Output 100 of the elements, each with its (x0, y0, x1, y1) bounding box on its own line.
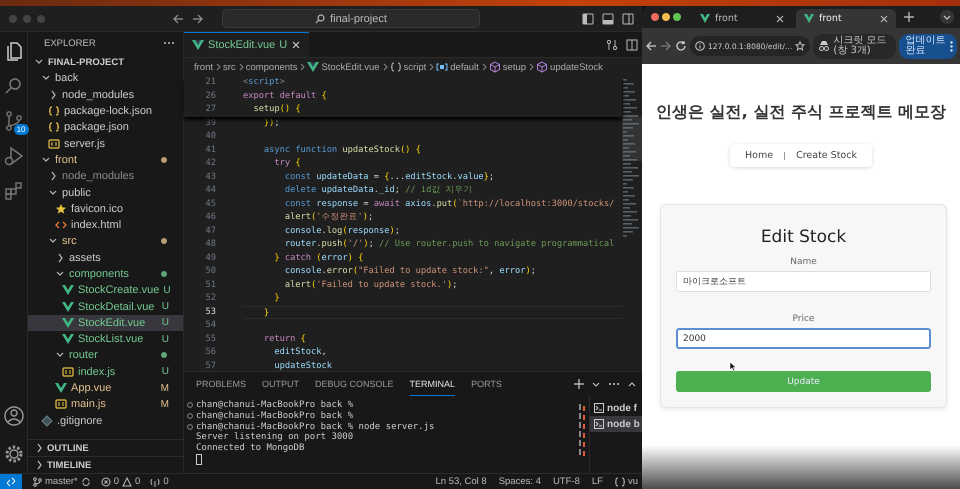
tree-row[interactable]: App.vue M (28, 380, 183, 396)
panel-tab[interactable]: PORTS (471, 372, 502, 396)
plus-icon[interactable] (574, 379, 584, 389)
tree-row[interactable]: StockList.vue U (28, 331, 183, 348)
tree-row[interactable]: node_modules (28, 168, 183, 184)
status-item[interactable]: Spaces: 4 (498, 476, 541, 487)
panel-tab[interactable]: OUTPUT (262, 372, 300, 396)
tree-row[interactable]: index.html (28, 216, 183, 234)
breadcrumb[interactable]: components (246, 62, 298, 72)
tree-row[interactable]: router (28, 347, 183, 364)
close-icon[interactable] (291, 40, 302, 50)
breadcrumb[interactable]: setup (488, 61, 526, 73)
browser-tab[interactable]: front (692, 9, 792, 28)
incognito-button[interactable]: 시크릿 모드(창 3개) (813, 34, 896, 58)
tree-row[interactable]: assets (28, 250, 183, 266)
breadcrumb[interactable]: default (436, 61, 479, 73)
branch-status[interactable]: master* (32, 476, 91, 487)
ports-status[interactable]: 0 (150, 476, 169, 487)
tree-row[interactable]: StockDetail.vue U (28, 298, 183, 315)
more-icon[interactable] (608, 382, 620, 386)
chevron-up-icon[interactable] (628, 380, 636, 388)
status-item[interactable]: Ln 53, Col 8 (435, 476, 487, 487)
remote-button[interactable] (0, 474, 22, 489)
tree-row[interactable]: favicon.ico (28, 200, 183, 217)
folder-name: components (69, 268, 130, 280)
tree-row[interactable]: src (28, 233, 183, 250)
reload-icon[interactable] (675, 40, 687, 52)
run-debug-icon[interactable] (2, 145, 24, 167)
folder-name: front (55, 154, 78, 166)
command-center-search[interactable]: final-project (222, 9, 480, 28)
chevron-icon (527, 62, 536, 72)
breadcrumb[interactable]: StockEdit.vue (307, 61, 380, 73)
breadcrumb[interactable]: script (390, 61, 426, 73)
terminal-icon (594, 419, 604, 429)
sidebar-toggle-icon[interactable] (582, 12, 594, 24)
split-editor-icon[interactable] (626, 38, 638, 50)
status-item[interactable]: LF (592, 476, 603, 487)
more-icon[interactable] (163, 41, 175, 45)
tree-row[interactable]: components (28, 266, 183, 282)
file-name: StockList.vue (78, 333, 144, 346)
account-icon[interactable] (2, 405, 24, 427)
vue-icon (804, 14, 814, 24)
editor-tab[interactable]: StockEdit.vue U (184, 32, 310, 57)
language-status[interactable]: vu (614, 476, 638, 487)
browser-tab[interactable]: front (796, 9, 896, 28)
cube-icon (488, 61, 501, 73)
breadcrumb[interactable]: src (223, 62, 236, 72)
terminal-session[interactable]: node b (590, 416, 642, 432)
chevron-down-icon[interactable] (592, 380, 600, 388)
close-icon[interactable] (776, 14, 784, 22)
tree-row[interactable]: back (28, 70, 183, 87)
breadcrumb[interactable]: front (194, 62, 214, 72)
tree-row[interactable]: FINAL-PROJECT (28, 54, 183, 70)
layout-icon[interactable] (622, 12, 634, 24)
chevron-down-icon[interactable] (940, 10, 954, 24)
plus-icon[interactable] (904, 12, 914, 22)
extensions-icon[interactable] (2, 180, 24, 202)
line-number: 55 (204, 332, 216, 346)
tree-row[interactable]: server.js (28, 135, 183, 152)
close-icon[interactable] (880, 14, 888, 22)
section-header[interactable]: OUTLINE (28, 439, 183, 456)
tree-row[interactable]: .gitignore (28, 412, 183, 429)
line-number: 49 (204, 252, 216, 264)
nav-link[interactable]: Create Stock (796, 150, 857, 161)
js-file-icon (62, 366, 74, 378)
back-arrow-icon[interactable] (645, 40, 657, 52)
problems-status[interactable]: 0 0 (100, 476, 140, 487)
chevron-icon (298, 62, 306, 72)
code-line: } (273, 292, 281, 305)
nav-link[interactable]: Home (745, 150, 774, 161)
terminal-session[interactable]: node f (590, 400, 642, 416)
tree-row[interactable]: StockCreate.vue U (28, 282, 183, 298)
tree-row[interactable]: public (28, 184, 183, 201)
panel-tab[interactable]: DEBUG CONSOLE (315, 372, 394, 396)
tree-row[interactable]: front (28, 152, 183, 168)
back-arrow-icon[interactable] (172, 12, 184, 24)
tree-row[interactable]: main.js M (28, 396, 183, 413)
settings-icon[interactable] (2, 443, 24, 465)
input-field[interactable]: 마이크로소프트 (676, 271, 931, 292)
panel-tab[interactable]: TERMINAL (410, 372, 456, 396)
tree-row[interactable]: package.json (28, 119, 183, 136)
tree-row[interactable]: node_modules (28, 86, 183, 103)
line-number: 57 (204, 360, 216, 372)
panel-tab[interactable]: PROBLEMS (196, 372, 246, 396)
field-label: Name (790, 257, 817, 267)
panel-toggle-icon[interactable] (602, 12, 614, 24)
update-button[interactable]: 업데이트 완료 (899, 34, 958, 58)
input-field[interactable]: 2000 (676, 328, 931, 349)
compare-icon[interactable] (606, 38, 618, 50)
tree-row[interactable]: index.js U (28, 364, 183, 380)
breadcrumb[interactable]: updateStock (536, 61, 603, 73)
file-name: StockCreate.vue (78, 284, 160, 296)
code-line: }); (262, 116, 281, 130)
tree-row[interactable]: StockEdit.vue U (28, 314, 183, 332)
tree-row[interactable]: package-lock.json (28, 102, 183, 120)
forward-arrow-icon[interactable] (192, 12, 204, 24)
search-icon (315, 14, 326, 24)
terminal-cursor-icon (196, 454, 202, 465)
status-item[interactable]: UTF-8 (552, 476, 580, 487)
star-icon[interactable] (795, 41, 806, 51)
